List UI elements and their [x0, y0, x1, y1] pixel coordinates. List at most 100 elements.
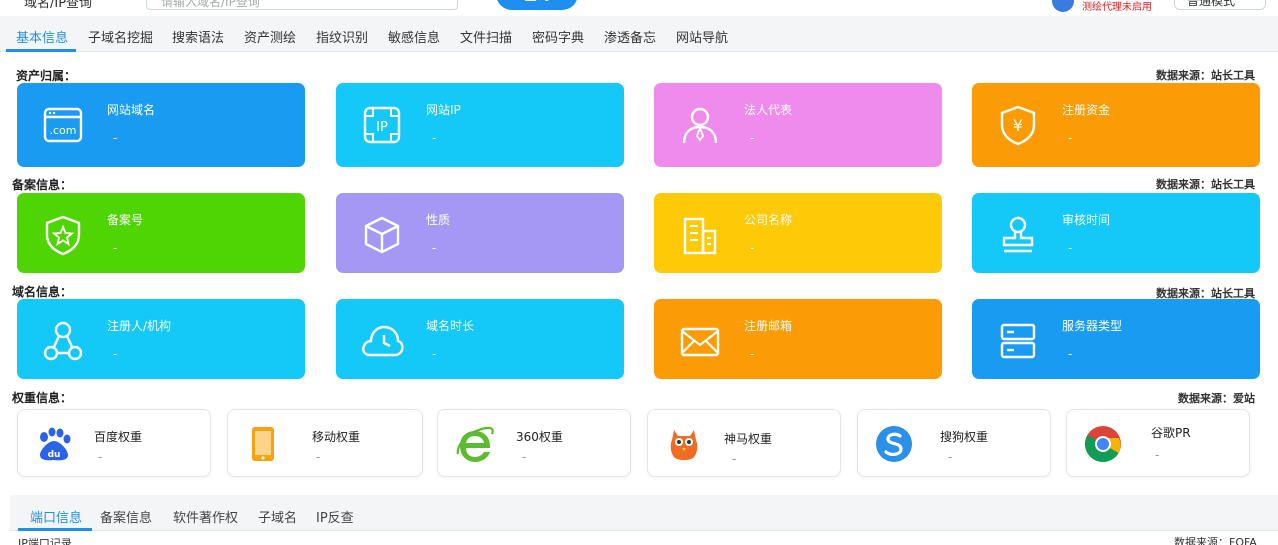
main-nav: 基本信息 子域名挖掘 搜索语法 资产测绘 指纹识别 敏感信息 文件扫描 密码字典…	[0, 16, 1278, 52]
domain-com-icon: .com	[43, 107, 83, 143]
weight-label: 神马权重	[724, 432, 773, 446]
tab-software-copyright[interactable]: 软件著作权	[173, 507, 238, 526]
card-nature: 性质 -	[336, 193, 624, 273]
proxy-status: 测绘代理未启用	[1082, 2, 1152, 13]
mail-icon	[680, 327, 720, 357]
search-placeholder: 请输入域名/IP查询	[161, 0, 260, 9]
card-site-ip: IP 网站IP -	[336, 83, 624, 167]
tab-ip-reverse[interactable]: IP反查	[316, 507, 354, 526]
card-value: -	[750, 241, 755, 255]
section-title-asset: 资产归属：	[16, 69, 77, 83]
mode-select-value: 普通模式	[1187, 0, 1236, 8]
section-title-weight: 权重信息：	[12, 391, 73, 405]
top-search-bar: 域名/IP查询 请输入域名/IP查询 查询 测绘代理未启用 普通模式	[0, 0, 1278, 16]
card-legal-rep: 法人代表 -	[654, 83, 942, 167]
weight-card-mobile: 移动权重 -	[227, 409, 423, 477]
card-reg-email: 注册邮箱 -	[654, 299, 942, 379]
proxy-icon[interactable]	[1052, 0, 1074, 12]
tab-sensitive-info[interactable]: 敏感信息	[388, 27, 440, 46]
ip-icon: IP	[363, 106, 401, 144]
tab-password-dict[interactable]: 密码字典	[532, 27, 584, 46]
weight-value: -	[1155, 448, 1160, 462]
tab-search-syntax[interactable]: 搜索语法	[172, 27, 224, 46]
section-source-asset: 数据来源：站长工具	[1156, 69, 1255, 82]
section-title-domain: 域名信息：	[12, 285, 73, 299]
card-audit-time: 审核时间 -	[972, 193, 1260, 273]
card-label: 审核时间	[1062, 213, 1111, 227]
card-domain-age: 域名时长 -	[336, 299, 624, 379]
svg-text:¥: ¥	[1013, 116, 1023, 135]
card-value: -	[113, 131, 118, 145]
card-reg-capital: ¥ 注册资金 -	[972, 83, 1260, 167]
card-value: -	[432, 241, 437, 255]
weight-value: -	[316, 450, 321, 464]
card-value: -	[432, 347, 437, 361]
360-ie-icon	[456, 426, 494, 462]
card-server-type: 服务器类型 -	[972, 299, 1260, 379]
section-source-weight: 数据来源：爱站	[1178, 392, 1255, 405]
weight-card-baidu: du 百度权重 -	[17, 409, 211, 477]
section-title-icp: 备案信息：	[12, 178, 73, 192]
mobile-icon	[252, 427, 274, 461]
tab-file-scan[interactable]: 文件扫描	[460, 27, 512, 46]
tab-subdomain[interactable]: 子域名挖掘	[88, 27, 153, 46]
card-value: -	[113, 347, 118, 361]
tab-subdomains[interactable]: 子域名	[258, 507, 297, 526]
tab-basic-info[interactable]: 基本信息	[16, 27, 68, 46]
active-subtab-indicator	[18, 528, 92, 531]
card-icp-no: 备案号 -	[17, 193, 305, 273]
tab-pentest-notes[interactable]: 渗透备忘	[604, 27, 656, 46]
card-label: 备案号	[107, 213, 144, 227]
svg-text:IP: IP	[376, 120, 388, 135]
detail-tabs: 端口信息 备案信息 软件著作权 子域名 IP反查	[10, 495, 1278, 531]
card-value: -	[750, 131, 755, 145]
weight-label: 360权重	[516, 430, 563, 444]
svg-text:du: du	[48, 450, 61, 460]
weight-value: -	[948, 450, 953, 464]
query-button[interactable]: 查询	[496, 0, 578, 10]
tab-icp-info[interactable]: 备案信息	[100, 507, 152, 526]
query-type-label: 域名/IP查询	[24, 0, 93, 11]
person-icon	[682, 107, 718, 144]
search-input[interactable]: 请输入域名/IP查询	[146, 0, 458, 10]
weight-card-shenma: 神马权重 -	[647, 409, 841, 477]
yuan-shield-icon: ¥	[1000, 105, 1036, 146]
clock-cloud-icon	[362, 325, 404, 357]
weight-value: -	[522, 450, 527, 464]
port-data-source: 数据来源：FOFA	[1174, 536, 1257, 545]
card-registrant: 注册人/机构 -	[17, 299, 305, 379]
card-label: 域名时长	[426, 319, 475, 333]
mode-select[interactable]: 普通模式	[1174, 0, 1266, 10]
card-label: 注册人/机构	[107, 319, 172, 333]
weight-label: 搜狗权重	[940, 430, 989, 444]
ip-port-record-label: IP端口记录	[18, 537, 72, 545]
weight-label: 百度权重	[94, 430, 143, 444]
card-value: -	[432, 131, 437, 145]
card-value: -	[750, 347, 755, 361]
tab-asset-mapping[interactable]: 资产测绘	[244, 27, 296, 46]
card-label: 注册资金	[1062, 103, 1111, 117]
card-value: -	[113, 241, 118, 255]
card-label: 服务器类型	[1062, 319, 1123, 333]
weight-label: 谷歌PR	[1151, 426, 1191, 440]
card-label: 法人代表	[744, 103, 793, 117]
sogou-icon	[876, 426, 912, 462]
chrome-icon	[1084, 426, 1121, 463]
card-label: 网站IP	[426, 103, 461, 117]
shenma-icon	[670, 430, 698, 460]
section-source-icp: 数据来源：站长工具	[1156, 178, 1255, 191]
baidu-icon: du	[40, 427, 71, 461]
card-site-domain: .com 网站域名 -	[17, 83, 305, 167]
card-value: -	[1068, 241, 1073, 255]
card-value: -	[1068, 347, 1073, 361]
tab-port-info[interactable]: 端口信息	[30, 507, 82, 526]
tab-site-nav[interactable]: 网站导航	[676, 27, 728, 46]
building-icon	[683, 217, 717, 255]
star-shield-icon	[45, 215, 81, 256]
weight-card-google: 谷歌PR -	[1066, 409, 1250, 477]
tab-fingerprint[interactable]: 指纹识别	[316, 27, 368, 46]
weight-card-sogou: 搜狗权重 -	[857, 409, 1051, 477]
server-icon	[1000, 323, 1036, 359]
cube-icon	[364, 216, 400, 254]
card-company: 公司名称 -	[654, 193, 942, 273]
